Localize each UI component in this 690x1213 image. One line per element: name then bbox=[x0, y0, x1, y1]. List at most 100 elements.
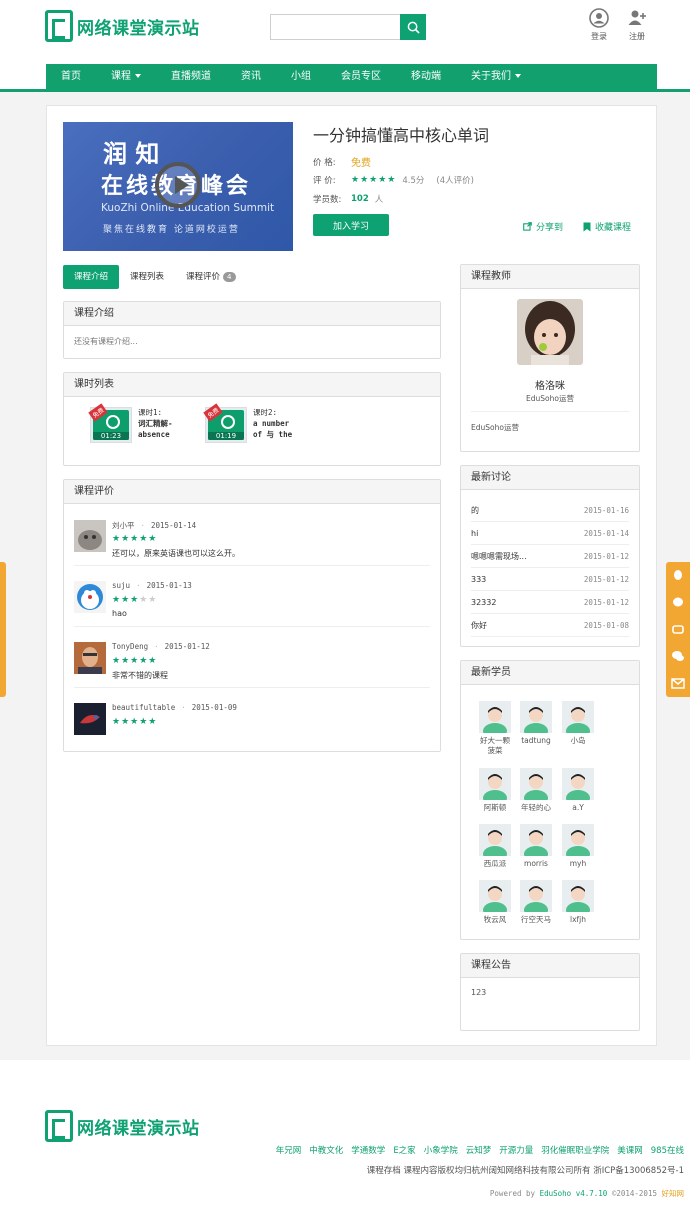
avatar bbox=[479, 824, 511, 856]
footer-link[interactable]: 985在线 bbox=[651, 1144, 684, 1156]
footer-link[interactable]: E之家 bbox=[393, 1144, 415, 1156]
nav-mobile[interactable]: 移动端 bbox=[396, 64, 456, 89]
student-item[interactable]: morris bbox=[516, 824, 556, 869]
teacher-avatar[interactable] bbox=[517, 299, 583, 365]
tab-intro[interactable]: 课程介绍 bbox=[63, 265, 120, 289]
search-box bbox=[270, 14, 426, 40]
footer-link[interactable]: 中教文化 bbox=[309, 1144, 343, 1156]
left-side-tab[interactable] bbox=[0, 562, 6, 697]
login-link[interactable]: 登录 bbox=[584, 8, 614, 42]
student-item[interactable]: myh bbox=[558, 824, 598, 869]
review-item: 刘小平 · 2015-01-14 ★★★★★ 还可以，原来英语课也可以这么开。 bbox=[74, 510, 430, 566]
footer-link[interactable]: 美课网 bbox=[617, 1144, 643, 1156]
avatar[interactable] bbox=[74, 703, 106, 735]
lesson-item[interactable]: 免费 01:23 课时1: 词汇精解- absence bbox=[88, 403, 173, 443]
student-item[interactable]: 小岛 bbox=[558, 701, 598, 746]
footer-link[interactable]: 云知梦 bbox=[466, 1144, 492, 1156]
cover-subtitle: 聚焦在线教育 论道网校运营 bbox=[103, 225, 240, 235]
avatar bbox=[479, 701, 511, 733]
add-user-icon bbox=[628, 10, 646, 25]
chevron-down-icon bbox=[515, 74, 521, 78]
discussion-item[interactable]: hi 2015-01-14 bbox=[471, 522, 629, 545]
review-user[interactable]: suju bbox=[112, 581, 130, 590]
footer-copyright: 课程存档 课程内容版权均归杭州阔知网络科技有限公司所有 浙ICP备1300685… bbox=[366, 1166, 684, 1176]
qq-icon[interactable] bbox=[666, 562, 690, 589]
student-name: myh bbox=[569, 859, 587, 868]
student-item[interactable]: 牧云风 bbox=[475, 880, 515, 925]
search-button[interactable] bbox=[400, 14, 426, 40]
avatar[interactable] bbox=[74, 520, 106, 552]
lesson-item[interactable]: 免费 01:19 课时2: a number of 与 the bbox=[203, 403, 292, 443]
avatar[interactable] bbox=[74, 642, 106, 674]
nav-courses[interactable]: 课程 bbox=[96, 64, 156, 89]
register-link[interactable]: 注册 bbox=[622, 8, 652, 42]
footer-link[interactable]: 羽化催眠职业学院 bbox=[541, 1144, 609, 1156]
lesson-info: 课时2: a number of 与 the bbox=[253, 407, 292, 443]
lesson-number: 课时2: bbox=[253, 408, 278, 417]
footer-link[interactable]: 小象学院 bbox=[424, 1144, 458, 1156]
course-tabs: 课程介绍 课程列表 课程评价 4 bbox=[63, 265, 247, 289]
footer-logo[interactable]: 网络课堂演示站 bbox=[45, 1110, 200, 1142]
wechat-icon[interactable] bbox=[666, 643, 690, 670]
nav-vip[interactable]: 会员专区 bbox=[326, 64, 396, 89]
favorite-link[interactable]: 收藏课程 bbox=[583, 220, 631, 233]
course-cover[interactable]: 润 知 在线教育峰会 KuoZhi Online Education Summi… bbox=[63, 122, 293, 251]
avatar bbox=[520, 768, 552, 800]
review-user[interactable]: 刘小平 bbox=[112, 521, 135, 530]
footer-link[interactable]: 年兄网 bbox=[276, 1144, 302, 1156]
play-icon[interactable] bbox=[155, 162, 201, 208]
footer-link[interactable]: 学通数学 bbox=[351, 1144, 385, 1156]
nav-home[interactable]: 首页 bbox=[46, 64, 96, 89]
share-icon bbox=[523, 222, 532, 231]
teacher-name[interactable]: 格洛咪 bbox=[461, 377, 639, 392]
review-user[interactable]: beautifultable bbox=[112, 703, 175, 712]
discussion-item[interactable]: 32332 2015-01-12 bbox=[471, 591, 629, 614]
nav-about[interactable]: 关于我们 bbox=[456, 64, 536, 89]
students-row: 学员数: 102 人 bbox=[313, 193, 383, 205]
reviews-title: 课程评价 bbox=[64, 480, 440, 504]
avatar[interactable] bbox=[74, 581, 106, 613]
rating-row: 评 价: ★★★★★ 4.5分 (4人评价) bbox=[313, 174, 474, 186]
lesson-info: 课时1: 词汇精解- absence bbox=[138, 407, 173, 443]
discussion-item[interactable]: 你好 2015-01-08 bbox=[471, 614, 629, 637]
favorite-label: 收藏课程 bbox=[595, 223, 632, 233]
student-item[interactable]: a.Y bbox=[558, 768, 598, 813]
avatar bbox=[562, 824, 594, 856]
nav-news[interactable]: 资讯 bbox=[226, 64, 276, 89]
student-item[interactable]: 好大一颗 菠菜 bbox=[475, 701, 515, 756]
join-course-button[interactable]: 加入学习 bbox=[313, 214, 389, 236]
main-nav: 首页 课程 直播频道 资讯 小组 会员专区 移动端 关于我们 bbox=[46, 64, 657, 89]
student-item[interactable]: 年轻的心 bbox=[516, 768, 556, 813]
notice-text: 123 bbox=[471, 988, 487, 997]
lesson-name-1: a number bbox=[253, 419, 290, 428]
discussion-item[interactable]: 的 2015-01-16 bbox=[471, 499, 629, 522]
site-logo[interactable]: 网络课堂演示站 bbox=[45, 10, 200, 42]
qq-group-icon[interactable] bbox=[666, 589, 690, 616]
powered-by: Powered by EduSoho v4.7.10 ©2014-2015 好知… bbox=[489, 1189, 685, 1198]
nav-underline bbox=[0, 89, 690, 92]
student-item[interactable]: 西瓜派 bbox=[475, 824, 515, 869]
tab-lesson-list[interactable]: 课程列表 bbox=[119, 265, 175, 289]
review-stars: ★★★★★ bbox=[112, 595, 158, 605]
student-item[interactable]: tadtung bbox=[516, 701, 556, 746]
footer-link[interactable]: 开源力量 bbox=[499, 1144, 533, 1156]
nav-groups[interactable]: 小组 bbox=[276, 64, 326, 89]
haozhi-link[interactable]: 好知网 bbox=[662, 1189, 685, 1198]
student-name: a.Y bbox=[572, 803, 584, 812]
search-icon bbox=[407, 21, 420, 34]
student-item[interactable]: lxfjh bbox=[558, 880, 598, 925]
student-item[interactable]: 阿斯顿 bbox=[475, 768, 515, 813]
discussion-item[interactable]: 嗯嗯嗯需现场... 2015-01-12 bbox=[471, 545, 629, 568]
price-label: 价 格: bbox=[313, 157, 336, 168]
edusoho-link[interactable]: EduSoho v4.7.10 bbox=[540, 1189, 608, 1198]
phone-icon[interactable] bbox=[666, 616, 690, 643]
review-user[interactable]: TonyDeng bbox=[112, 642, 148, 651]
nav-live[interactable]: 直播频道 bbox=[156, 64, 226, 89]
share-link[interactable]: 分享到 bbox=[523, 220, 563, 233]
tab-reviews[interactable]: 课程评价 4 bbox=[175, 265, 246, 289]
mail-icon[interactable] bbox=[666, 670, 690, 697]
divider bbox=[471, 411, 629, 412]
student-item[interactable]: 行空天马 bbox=[516, 880, 556, 925]
discussion-item[interactable]: 333 2015-01-12 bbox=[471, 568, 629, 591]
search-input[interactable] bbox=[271, 15, 401, 39]
